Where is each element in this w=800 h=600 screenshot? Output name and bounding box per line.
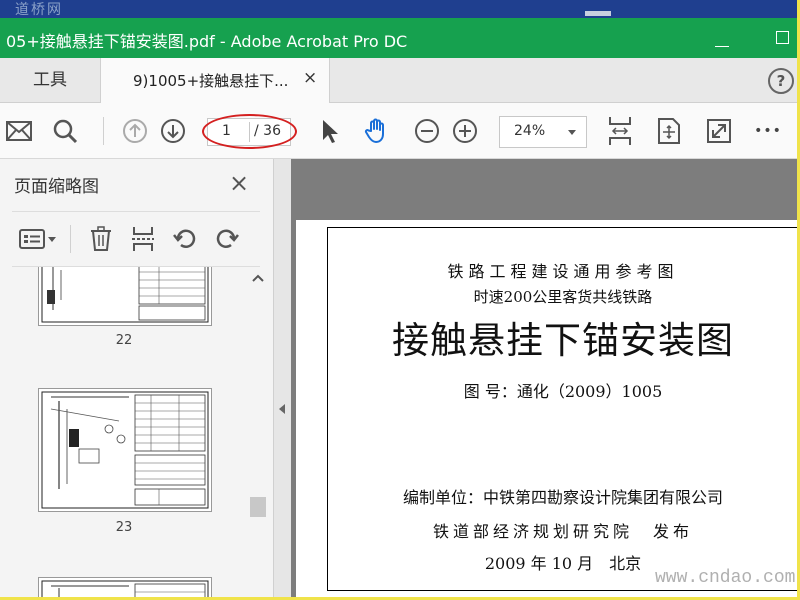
pdf-page: 铁路工程建设通用参考图 时速200公里客货共线铁路 接触悬挂下锚安装图 图 号：… (296, 220, 797, 597)
scroll-up-icon[interactable] (248, 271, 268, 285)
maximize-button[interactable] (776, 31, 789, 44)
thumbnail-page-number: 23 (115, 520, 133, 535)
doc-series-line: 铁路工程建设通用参考图 (447, 262, 679, 281)
thumbnail-list: 22 23 (12, 267, 247, 597)
sidebar-close-icon[interactable]: × (229, 169, 249, 197)
help-icon[interactable]: ? (768, 68, 794, 94)
more-options-icon[interactable]: ••• (750, 103, 786, 158)
doc-compiler: 编制单位：中铁第四勘察设计院集团有限公司 (402, 488, 723, 507)
toolbar-separator (103, 117, 104, 145)
tab-close-icon[interactable]: × (303, 68, 317, 88)
fit-page-icon[interactable] (652, 103, 686, 158)
doc-main-title: 接触悬挂下锚安装图 (392, 319, 734, 362)
thumbnail-sidebar: 页面缩略图 × 22 23 (0, 159, 274, 597)
window-title: 05+接触悬挂下锚安装图.pdf - Adobe Acrobat Pro DC (6, 32, 408, 51)
fit-width-icon[interactable] (603, 103, 637, 158)
title-bar: 05+接触悬挂下锚安装图.pdf - Adobe Acrobat Pro DC (0, 18, 797, 58)
sidebar-separator (70, 225, 71, 253)
zoom-value: 24% (514, 123, 546, 139)
acrobat-window: 道桥网 05+接触悬挂下锚安装图.pdf - Adobe Acrobat Pro… (0, 0, 797, 597)
collapse-arrow-icon[interactable] (279, 404, 285, 414)
top-strip: 道桥网 (0, 0, 797, 18)
tab-document[interactable]: 9)1005+接触悬挂下... × (100, 58, 330, 103)
full-screen-icon[interactable] (702, 103, 736, 158)
previous-page-icon[interactable] (118, 103, 152, 158)
thumbnail-page-22[interactable] (38, 267, 212, 326)
main-toolbar: 1 / 36 24% ••• (0, 103, 797, 159)
thumbnail-page-23[interactable] (38, 388, 212, 512)
page-border: 铁路工程建设通用参考图 时速200公里客货共线铁路 接触悬挂下锚安装图 图 号：… (327, 227, 797, 591)
doc-drawing-number: 图 号：通化（2009）1005 (463, 382, 663, 401)
thumbnail-page-number: 22 (115, 333, 133, 348)
extract-page-icon[interactable] (128, 224, 158, 254)
zoom-in-icon[interactable] (448, 103, 482, 158)
thumbnail-options-icon[interactable] (16, 224, 60, 254)
thumbnail-page-24[interactable] (38, 577, 212, 597)
rotate-right-icon[interactable] (212, 224, 242, 254)
bottom-watermark: www.cndao.com (655, 568, 796, 588)
sidebar-toolbar (12, 211, 260, 267)
tab-document-label: 9)1005+接触悬挂下... (133, 72, 289, 90)
sidebar-collapse-strip[interactable] (274, 159, 291, 597)
select-pointer-icon[interactable] (315, 103, 345, 158)
sidebar-title: 页面缩略图 (14, 177, 99, 197)
minimize-button[interactable] (715, 46, 729, 47)
annotation-circle (202, 114, 297, 149)
tab-tools[interactable]: 工具 (0, 58, 100, 102)
chevron-down-icon (568, 130, 576, 135)
zoom-select[interactable]: 24% (499, 116, 587, 148)
tab-bar: 工具 9)1005+接触悬挂下... × ? (0, 58, 797, 103)
taskbar-indicator (585, 11, 611, 16)
scrollbar-thumb[interactable] (250, 497, 266, 517)
delete-page-icon[interactable] (86, 224, 116, 254)
search-icon[interactable] (48, 103, 82, 158)
email-icon[interactable] (2, 103, 36, 158)
doc-publisher: 铁道部经济规划研究院 发布 (432, 522, 693, 541)
thumbnail-scrollbar[interactable] (248, 267, 268, 597)
zoom-out-icon[interactable] (410, 103, 444, 158)
next-page-icon[interactable] (156, 103, 190, 158)
top-watermark: 道桥网 (15, 2, 63, 18)
doc-subtitle: 时速200公里客货共线铁路 (473, 288, 653, 306)
hand-tool-icon[interactable] (360, 103, 394, 158)
document-viewport[interactable]: 铁路工程建设通用参考图 时速200公里客货共线铁路 接触悬挂下锚安装图 图 号：… (291, 159, 797, 597)
rotate-left-icon[interactable] (170, 224, 200, 254)
